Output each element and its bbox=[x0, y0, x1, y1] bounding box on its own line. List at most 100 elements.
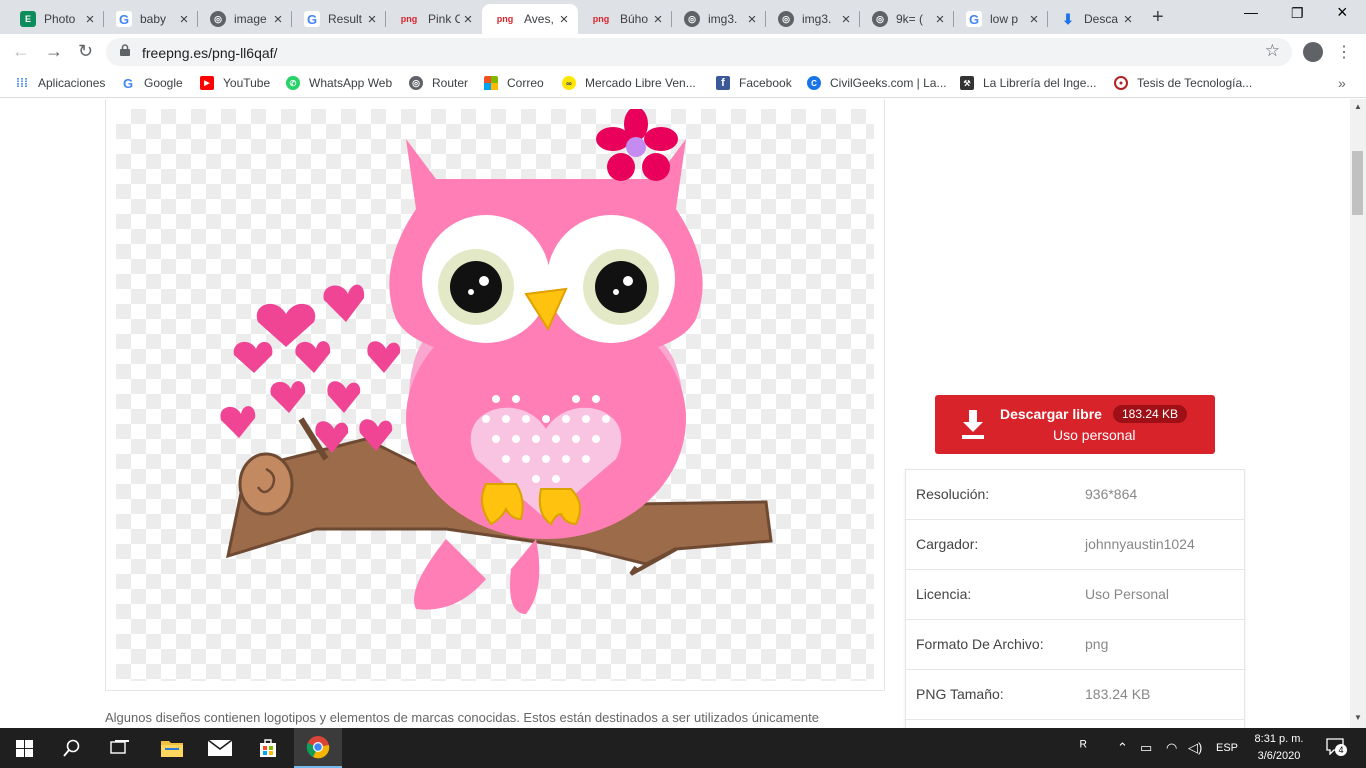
close-tab-icon[interactable]: × bbox=[650, 11, 666, 28]
tab-img3-b[interactable]: ◎ img3. × bbox=[766, 4, 860, 34]
download-icon bbox=[962, 410, 984, 439]
task-view-button[interactable] bbox=[96, 728, 144, 768]
bookmark-star-icon[interactable]: ☆ bbox=[1265, 41, 1280, 61]
bookmark-label: WhatsApp Web bbox=[309, 76, 393, 90]
disclaimer-text: Algunos diseños contienen logotipos y el… bbox=[105, 710, 819, 725]
bookmark-router[interactable]: ◎ Router bbox=[409, 76, 468, 90]
close-tab-icon[interactable]: × bbox=[460, 11, 476, 28]
people-icon[interactable]: ᴿ bbox=[1080, 738, 1087, 755]
system-clock[interactable]: 8:31 p. m. 3/6/2020 bbox=[1244, 731, 1314, 765]
scroll-up-icon[interactable]: ▲ bbox=[1354, 102, 1362, 111]
task-view-icon bbox=[110, 740, 129, 754]
input-language[interactable]: ESP bbox=[1216, 742, 1238, 754]
tab-low[interactable]: G low p × bbox=[954, 4, 1048, 34]
image-preview-frame bbox=[105, 99, 885, 691]
profile-avatar[interactable] bbox=[1303, 42, 1323, 62]
close-tab-icon[interactable]: × bbox=[556, 11, 572, 28]
google-icon: G bbox=[116, 11, 132, 27]
tab-baby[interactable]: G baby × bbox=[104, 4, 198, 34]
address-bar[interactable]: freepng.es/png-ll6qaf/ ☆ bbox=[106, 38, 1292, 66]
new-tab-button[interactable]: + bbox=[1152, 6, 1164, 29]
more-bookmarks-icon[interactable]: » bbox=[1338, 75, 1346, 91]
info-value: 936*864 bbox=[1085, 486, 1138, 502]
tab-img3-a[interactable]: ◎ img3. × bbox=[672, 4, 766, 34]
bookmark-aplicaciones[interactable]: ⁞⁞⁞ Aplicaciones bbox=[15, 76, 105, 90]
chrome-button[interactable] bbox=[294, 728, 342, 768]
close-tab-icon[interactable]: × bbox=[270, 11, 286, 28]
tab-title: Desca bbox=[1084, 12, 1119, 26]
info-row-format: Formato De Archivo: png bbox=[906, 620, 1244, 670]
mail-button[interactable] bbox=[196, 728, 244, 768]
store-button[interactable] bbox=[244, 728, 292, 768]
tab-title: low p bbox=[990, 12, 1019, 26]
close-tab-icon[interactable]: × bbox=[1120, 11, 1136, 28]
scroll-down-icon[interactable]: ▼ bbox=[1354, 713, 1362, 722]
bookmark-libreria[interactable]: ⚒ La Librería del Inge... bbox=[960, 76, 1096, 90]
youtube-icon: ▶ bbox=[200, 76, 214, 90]
info-value[interactable]: Uso Personal bbox=[1085, 586, 1169, 602]
info-row-next bbox=[906, 720, 1244, 728]
info-key: Formato De Archivo: bbox=[916, 636, 1044, 652]
pink-owl-image[interactable] bbox=[116, 109, 874, 681]
info-value[interactable]: johnnyaustin1024 bbox=[1085, 536, 1195, 552]
bookmark-youtube[interactable]: ▶ YouTube bbox=[200, 76, 270, 90]
bookmark-google[interactable]: G Google bbox=[121, 75, 183, 91]
tab-buho[interactable]: png Búho × bbox=[578, 4, 672, 34]
restore-button[interactable]: ❐ bbox=[1291, 5, 1304, 22]
url-text: freepng.es/png-ll6qaf/ bbox=[142, 45, 278, 61]
close-tab-icon[interactable]: × bbox=[176, 11, 192, 28]
tab-photo[interactable]: E Photo × bbox=[8, 4, 104, 34]
store-icon bbox=[260, 739, 276, 757]
file-explorer-button[interactable] bbox=[148, 728, 196, 768]
windows-taskbar: ᴿ ⌃ ▭ ◠ ◁) ESP 8:31 p. m. 3/6/2020 4 bbox=[0, 728, 1366, 768]
menu-icon[interactable]: ⋮ bbox=[1336, 42, 1352, 62]
globe-icon: ◎ bbox=[409, 76, 423, 90]
show-hidden-icons[interactable]: ⌃ bbox=[1117, 740, 1128, 756]
close-tab-icon[interactable]: × bbox=[1026, 11, 1042, 28]
volume-icon[interactable]: ◁) bbox=[1188, 740, 1202, 756]
close-tab-icon[interactable]: × bbox=[838, 11, 854, 28]
close-tab-icon[interactable]: × bbox=[744, 11, 760, 28]
bookmark-civilgeeks[interactable]: C CivilGeeks.com | La... bbox=[807, 76, 946, 90]
battery-icon[interactable]: ▭ bbox=[1140, 740, 1152, 756]
close-tab-icon[interactable]: × bbox=[364, 11, 380, 28]
tab-strip: E Photo × G baby × ◎ image × G Result × … bbox=[0, 0, 1366, 34]
bookmark-label: Google bbox=[144, 76, 183, 90]
notification-center[interactable]: 4 bbox=[1326, 737, 1347, 758]
tab-image[interactable]: ◎ image × bbox=[198, 4, 292, 34]
search-icon bbox=[63, 739, 80, 757]
close-tab-icon[interactable]: × bbox=[932, 11, 948, 28]
tab-title: Búho bbox=[620, 12, 649, 26]
bookmark-tesis[interactable]: ● Tesis de Tecnología... bbox=[1114, 76, 1252, 90]
close-tab-icon[interactable]: × bbox=[82, 11, 98, 28]
close-window-button[interactable]: × bbox=[1337, 2, 1348, 23]
bookmark-label: Aplicaciones bbox=[38, 76, 106, 90]
png-icon: png bbox=[496, 14, 514, 24]
page-viewport: Algunos diseños contienen logotipos y el… bbox=[0, 99, 1350, 728]
tab-result[interactable]: G Result × bbox=[292, 4, 386, 34]
back-icon[interactable]: ← bbox=[12, 41, 30, 62]
scroll-thumb[interactable] bbox=[1352, 151, 1363, 215]
page-scrollbar[interactable]: ▲ ▼ bbox=[1350, 99, 1366, 728]
tab-9k[interactable]: ◎ 9k= ( × bbox=[860, 4, 954, 34]
bookmark-correo[interactable]: Correo bbox=[484, 76, 544, 90]
reload-icon[interactable]: ↻ bbox=[78, 41, 93, 62]
apps-grid-icon: ⁞⁞⁞ bbox=[16, 76, 28, 90]
tab-descargas[interactable]: ⬇ Desca × bbox=[1048, 4, 1142, 34]
bookmark-whatsapp[interactable]: ✆ WhatsApp Web bbox=[286, 76, 392, 90]
tab-aves[interactable]: png Aves, × bbox=[482, 4, 578, 34]
bookmark-mercadolibre[interactable]: ∞ Mercado Libre Ven... bbox=[562, 76, 696, 90]
tab-pink[interactable]: png Pink C × bbox=[386, 4, 482, 34]
info-key: PNG Tamaño: bbox=[916, 686, 1004, 702]
start-button[interactable] bbox=[0, 728, 48, 768]
minimize-button[interactable]: — bbox=[1244, 4, 1258, 20]
forward-icon[interactable]: → bbox=[45, 41, 63, 62]
info-row-resolution: Resolución: 936*864 bbox=[906, 470, 1244, 520]
bookmark-label: Correo bbox=[507, 76, 544, 90]
google-icon: G bbox=[122, 75, 134, 91]
download-button[interactable]: Descargar libre 183.24 KB Uso personal bbox=[935, 395, 1215, 454]
wifi-icon[interactable]: ◠ bbox=[1166, 740, 1177, 756]
globe-icon: ◎ bbox=[872, 11, 888, 27]
bookmark-facebook[interactable]: f Facebook bbox=[716, 76, 792, 90]
search-button[interactable] bbox=[48, 728, 96, 768]
